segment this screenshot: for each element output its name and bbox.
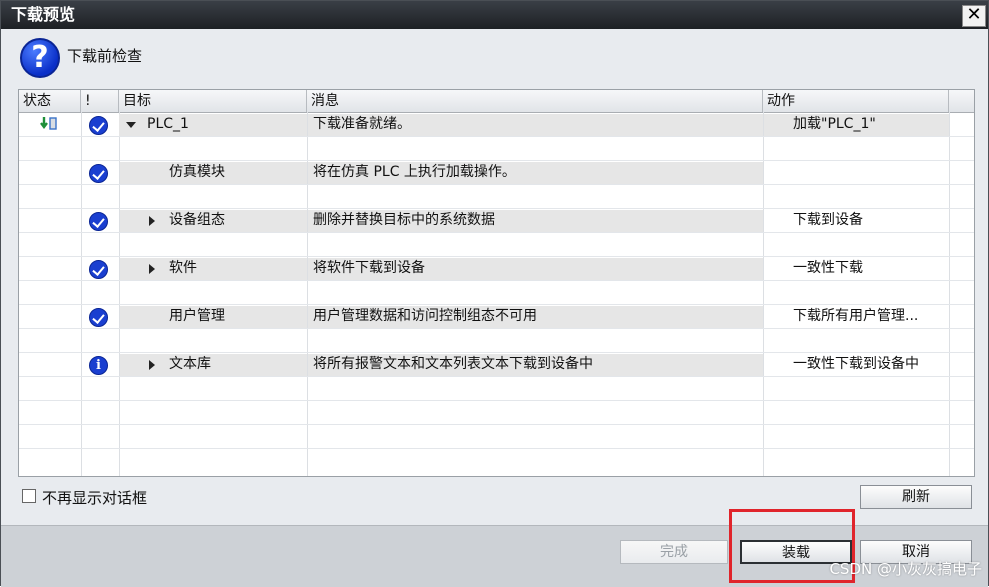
check-icon [89, 308, 108, 327]
dont-show-checkbox[interactable] [22, 489, 36, 503]
table-header: 状态 ! 目标 消息 动作 [19, 90, 974, 113]
message-label: 下载准备就绪。 [313, 116, 411, 132]
chevron-right-icon[interactable] [149, 360, 155, 370]
table-row-user-mgmt[interactable]: 用户管理 用户管理数据和访问控制组态不可用 下载所有用户管理... [19, 305, 974, 329]
check-table: 状态 ! 目标 消息 动作 PLC_1 下载准备就绪。 加载"PLC_1" 仿真… [18, 89, 975, 477]
message-label: 将在仿真 PLC 上执行加载操作。 [313, 164, 516, 180]
column-header-status[interactable]: 状态 [19, 90, 81, 112]
check-icon [89, 260, 108, 279]
column-header-target[interactable]: 目标 [119, 90, 307, 112]
download-preview-dialog: 下载预览 ✕ ? 下载前检查 状态 ! 目标 消息 动作 PLC_1 下载准备就… [0, 0, 989, 587]
target-label: 仿真模块 [169, 164, 225, 180]
column-header-flag[interactable]: ! [81, 90, 119, 112]
column-header-message[interactable]: 消息 [307, 90, 763, 112]
refresh-button[interactable]: 刷新 [860, 485, 972, 509]
dialog-title: 下载预览 [11, 5, 76, 24]
check-icon [89, 116, 108, 135]
info-icon: i [89, 356, 108, 375]
close-icon: ✕ [966, 4, 982, 25]
table-row-text-lib[interactable]: i 文本库 将所有报警文本和文本列表文本下载到设备中 一致性下载到设备中 [19, 353, 974, 377]
table-row-sim[interactable]: 仿真模块 将在仿真 PLC 上执行加载操作。 [19, 161, 974, 185]
chevron-right-icon[interactable] [149, 264, 155, 274]
close-button[interactable]: ✕ [962, 5, 986, 27]
watermark: CSDN @小灰灰搞电子 [829, 560, 982, 578]
target-label: 软件 [169, 260, 197, 276]
finish-button[interactable]: 完成 [620, 540, 728, 564]
target-label: 设备组态 [169, 212, 225, 228]
target-label: 文本库 [169, 356, 211, 372]
dont-show-label: 不再显示对话框 [42, 489, 148, 507]
column-header-action[interactable]: 动作 [763, 90, 949, 112]
target-label: 用户管理 [169, 308, 225, 324]
message-label: 用户管理数据和访问控制组态不可用 [313, 308, 537, 324]
question-icon: ? [20, 38, 60, 78]
message-label: 将软件下载到设备 [313, 260, 425, 276]
download-status-icon [40, 117, 57, 130]
table-row-device-config[interactable]: 设备组态 删除并替换目标中的系统数据 下载到设备 [19, 209, 974, 233]
message-label: 将所有报警文本和文本列表文本下载到设备中 [313, 356, 593, 372]
check-heading: 下载前检查 [67, 47, 143, 65]
table-row-plc[interactable]: PLC_1 下载准备就绪。 加载"PLC_1" [19, 113, 974, 137]
chevron-down-icon[interactable] [126, 122, 136, 128]
action-select[interactable]: 一致性下载到设备中 [764, 353, 949, 375]
column-header-filler [949, 90, 974, 112]
message-label: 删除并替换目标中的系统数据 [313, 212, 495, 228]
action-select[interactable]: 一致性下载 [764, 257, 949, 279]
check-icon [89, 164, 108, 183]
action-select[interactable]: 加载"PLC_1" [793, 113, 943, 135]
title-bar: 下载预览 [1, 1, 988, 29]
chevron-right-icon[interactable] [149, 216, 155, 226]
check-icon [89, 212, 108, 231]
action-select[interactable]: 下载到设备 [764, 209, 949, 231]
action-select[interactable]: 下载所有用户管理... [764, 305, 949, 327]
table-row-software[interactable]: 软件 将软件下载到设备 一致性下载 [19, 257, 974, 281]
target-label: PLC_1 [147, 116, 189, 132]
